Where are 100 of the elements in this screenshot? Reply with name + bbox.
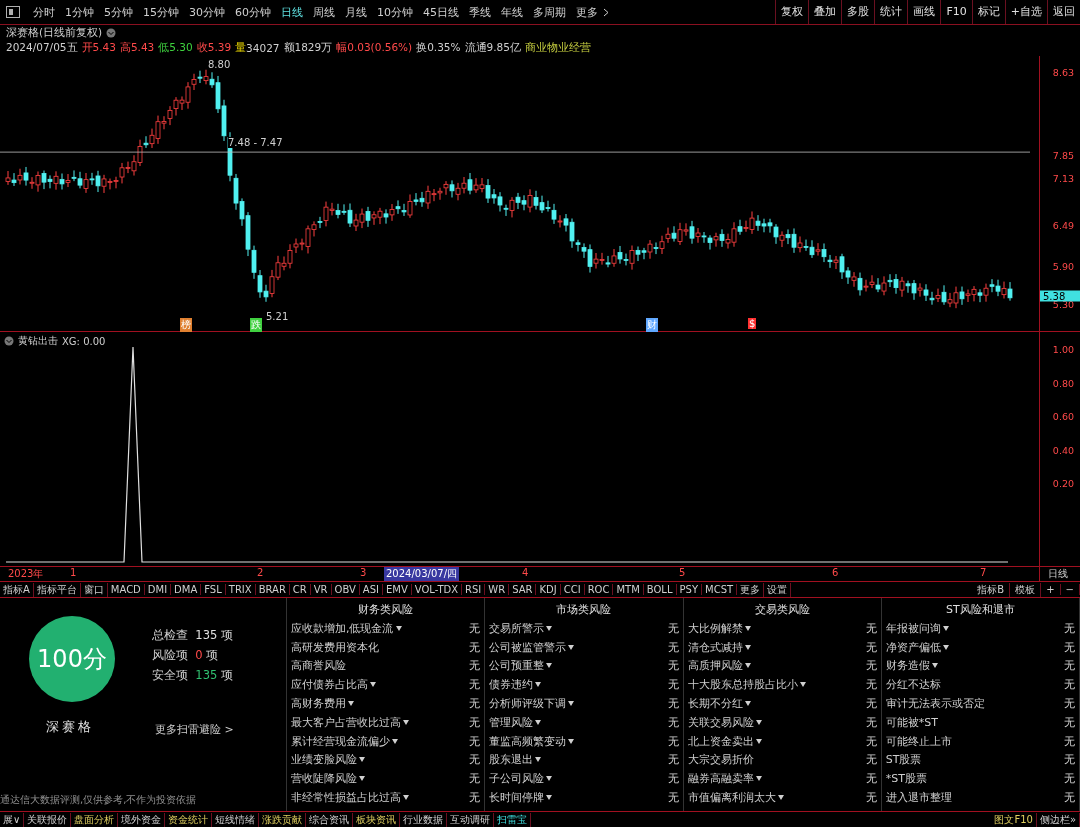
risk-item[interactable]: 股东退出 [489, 752, 542, 768]
period-tab[interactable]: 45日线 [418, 4, 464, 20]
event-marker[interactable]: $ [748, 318, 757, 329]
period-tab[interactable]: 60分钟 [230, 4, 276, 20]
toolbar-button[interactable]: 统计 [874, 0, 908, 24]
risk-item[interactable]: 审计无法表示或否定 [885, 696, 985, 712]
indicator-tab[interactable]: PSY [676, 584, 702, 595]
indicator-tab[interactable]: VOL-TDX [411, 584, 463, 595]
risk-item[interactable]: 累计经营现金流偏少 [291, 733, 398, 749]
more-link[interactable]: 更多扫雷避险 > [155, 722, 234, 737]
indicator-tab[interactable]: BRAR [255, 584, 290, 595]
risk-item[interactable]: 市值偏离利润太大 [687, 790, 784, 806]
period-tab[interactable]: 30分钟 [184, 4, 230, 20]
indicator-tab[interactable]: SAR [509, 584, 537, 595]
indicator-tab[interactable]: ROC [584, 584, 614, 595]
bottom-tab[interactable]: 盘面分析 [71, 812, 119, 827]
indicator-tab[interactable]: BOLL [643, 584, 677, 595]
period-tab[interactable]: 更多 [571, 4, 603, 20]
indicator-tab[interactable]: − [1060, 584, 1080, 595]
risk-item[interactable]: 可能被*ST [885, 714, 938, 730]
period-tab[interactable]: 15分钟 [138, 4, 184, 20]
period-tab[interactable]: 月线 [340, 4, 372, 20]
toolbar-button[interactable]: 叠加 [808, 0, 842, 24]
bottom-tab[interactable]: 境外资金 [118, 812, 166, 827]
risk-item[interactable]: 净资产偏低 [885, 639, 949, 655]
risk-item[interactable]: 高财务费用 [291, 696, 354, 712]
toolbar-button[interactable]: 标记 [971, 0, 1005, 24]
risk-item[interactable]: 非经常性损益占比过高 [291, 790, 409, 806]
indicator-tab[interactable]: DMA [171, 584, 202, 595]
risk-item[interactable]: 交易所警示 [489, 620, 553, 636]
indicator-tab[interactable]: MCST [702, 584, 738, 595]
risk-item[interactable]: 债券违约 [489, 677, 542, 693]
indicator-tab[interactable]: TRIX [225, 584, 256, 595]
bottom-tab[interactable]: 板块资讯 [353, 812, 401, 827]
risk-item[interactable]: 分红不达标 [885, 677, 941, 693]
toolbar-button[interactable]: 多股 [841, 0, 875, 24]
risk-item[interactable]: 高研发费用资本化 [291, 639, 379, 655]
period-tab[interactable]: 多周期 [528, 4, 571, 20]
bottom-tab[interactable]: 综合资讯 [306, 812, 354, 827]
risk-item[interactable]: 大宗交易折价 [687, 752, 754, 768]
indicator-tab[interactable]: 模板 [1010, 582, 1042, 597]
risk-item[interactable]: *ST股票 [885, 771, 927, 787]
toolbar-button[interactable]: +自选 [1004, 0, 1047, 24]
risk-item[interactable]: 业绩变脸风险 [291, 752, 365, 768]
bottom-tab[interactable]: 关联报价 [24, 812, 72, 827]
indicator-tab[interactable]: ASI [359, 584, 383, 595]
indicator-tab[interactable]: OBV [331, 584, 360, 595]
chevron-right-icon[interactable] [603, 7, 609, 17]
risk-item[interactable]: 最大客户占营收比过高 [291, 714, 409, 730]
indicator-tab[interactable]: DMI [144, 584, 172, 595]
risk-item[interactable]: 应收款增加,低现金流 [291, 620, 402, 636]
period-tab[interactable]: 日线 [276, 4, 308, 20]
risk-item[interactable]: 子公司风险 [489, 771, 553, 787]
risk-item[interactable]: 关联交易风险 [687, 714, 762, 730]
indicator-tab[interactable]: RSI [462, 584, 486, 595]
indicator-tab[interactable]: MTM [613, 584, 644, 595]
risk-item[interactable]: 董监高频繁变动 [489, 733, 575, 749]
period-tab[interactable]: 1分钟 [60, 4, 99, 20]
period-tab[interactable]: 年线 [496, 4, 528, 20]
period-tab[interactable]: 周线 [308, 4, 340, 20]
risk-item[interactable]: 财务造假 [885, 658, 938, 674]
risk-item[interactable]: 进入退市整理 [885, 790, 952, 806]
risk-item[interactable]: 十大股东总持股占比小 [687, 677, 806, 693]
indicator-tab[interactable]: CCI [560, 584, 585, 595]
bottom-tab[interactable]: 扫雷宝 [494, 812, 532, 827]
indicator-tab[interactable]: 更多 [737, 582, 765, 597]
indicator-tab[interactable]: CR [289, 584, 311, 595]
risk-item[interactable]: 北上资金卖出 [687, 733, 762, 749]
indicator-tab[interactable]: 窗口 [80, 582, 108, 597]
bottom-tab[interactable]: 图文F10 [991, 812, 1037, 827]
indicator-tab[interactable]: KDJ [536, 584, 561, 595]
dropdown-icon[interactable] [4, 336, 14, 346]
risk-item[interactable]: 营收陡降风险 [291, 771, 365, 787]
panel-toggle-icon[interactable] [6, 6, 20, 18]
bottom-tab[interactable]: 展∨ [0, 812, 25, 827]
indicator-tab[interactable]: 设置 [764, 582, 792, 597]
risk-item[interactable]: 公司被监管警示 [489, 639, 575, 655]
indicator-tab[interactable]: 指标B [972, 582, 1011, 597]
risk-item[interactable]: 年报被问询 [885, 620, 949, 636]
indicator-tab[interactable]: 指标A [0, 582, 34, 597]
risk-item[interactable]: 清仓式减持 [687, 639, 751, 655]
dropdown-icon[interactable] [106, 28, 117, 38]
bottom-tab[interactable]: 资金统计 [165, 812, 213, 827]
risk-item[interactable]: 高商誉风险 [291, 658, 346, 674]
indicator-tab[interactable]: VR [310, 584, 332, 595]
risk-item[interactable]: 分析师评级下调 [489, 696, 575, 712]
indicator-tab[interactable]: FSL [201, 584, 226, 595]
bottom-tab[interactable]: 涨跌贡献 [259, 812, 307, 827]
risk-item[interactable]: 应付债券占比高 [291, 677, 376, 693]
indicator-tab[interactable]: 指标平台 [33, 582, 81, 597]
bottom-tab[interactable]: 侧边栏» [1036, 812, 1080, 827]
risk-item[interactable]: 公司预重整 [489, 658, 553, 674]
indicator-tab[interactable]: MACD [107, 584, 145, 595]
indicator-tab[interactable]: + [1041, 584, 1061, 595]
risk-item[interactable]: 管理风险 [489, 714, 542, 730]
bottom-tab[interactable]: 行业数据 [400, 812, 448, 827]
bottom-tab[interactable]: 短线情绪 [212, 812, 260, 827]
risk-item[interactable]: 高质押风险 [687, 658, 751, 674]
risk-item[interactable]: 可能终止上市 [885, 733, 952, 749]
risk-item[interactable]: 大比例解禁 [687, 620, 751, 636]
